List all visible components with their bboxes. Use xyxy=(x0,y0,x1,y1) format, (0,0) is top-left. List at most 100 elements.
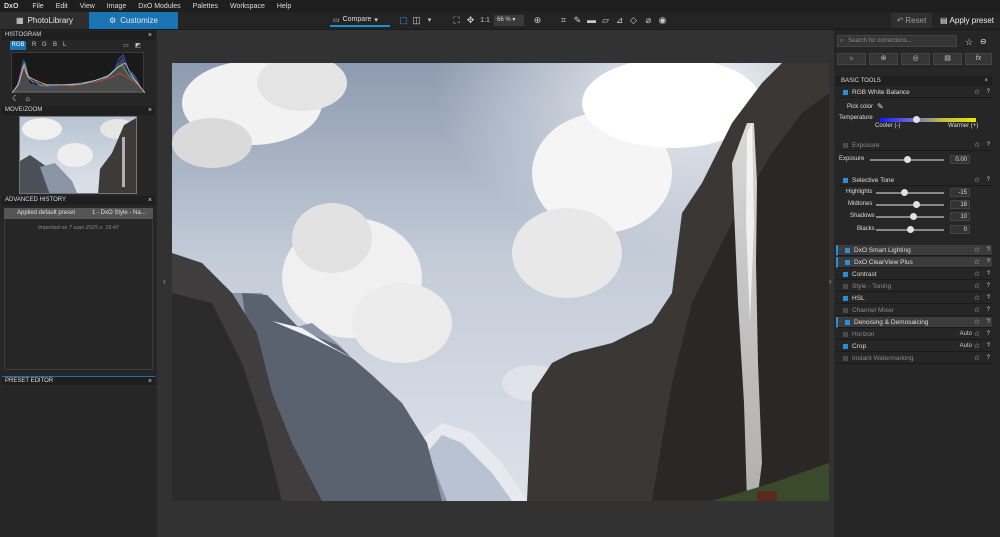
tool-toggle[interactable] xyxy=(843,356,848,361)
menu-view[interactable]: View xyxy=(74,3,101,10)
tab-customize[interactable]: ⚙ Customize xyxy=(89,12,178,29)
close-icon[interactable]: × xyxy=(984,76,988,86)
close-icon[interactable]: × xyxy=(148,31,152,40)
collapse-right-icon[interactable]: › xyxy=(829,277,832,286)
star-icon[interactable]: ☆ xyxy=(974,329,980,340)
tool-rgb-white-balance[interactable]: RGB White Balance ☆ ? xyxy=(836,87,992,98)
basic-tools-header[interactable]: BASIC TOOLS × xyxy=(836,76,992,86)
help-icon[interactable]: ? xyxy=(987,140,990,151)
help-icon[interactable]: ? xyxy=(987,269,990,280)
category-detail-icon[interactable]: ◎ xyxy=(901,53,930,65)
star-icon[interactable]: ☆ xyxy=(974,341,980,352)
compare-button[interactable]: ▭ Compare ▾ xyxy=(330,14,390,27)
star-filter-icon[interactable]: ☆ xyxy=(965,37,973,48)
reset-button[interactable]: ↶ Reset xyxy=(891,13,932,28)
apply-preset-button[interactable]: ▤ Apply preset xyxy=(936,13,998,28)
star-icon[interactable]: ☆ xyxy=(974,293,980,304)
category-geometry-icon[interactable]: ▤ xyxy=(933,53,962,65)
search-input[interactable]: ⌕ Search for corrections... xyxy=(837,35,957,47)
close-icon[interactable]: × xyxy=(148,196,152,205)
exposure-knob[interactable] xyxy=(903,156,911,163)
channel-b[interactable]: B xyxy=(53,42,57,48)
tool-row[interactable]: Contrast ☆? xyxy=(836,269,992,280)
highlights-value[interactable]: -15 xyxy=(950,188,970,197)
menu-dxo-modules[interactable]: DxO Modules xyxy=(132,3,186,10)
perspective-icon[interactable]: ⏥ xyxy=(600,15,611,26)
blacks-knob[interactable] xyxy=(906,226,914,233)
channel-rgb[interactable]: RGB xyxy=(10,41,26,50)
repair-icon[interactable]: ⌀ xyxy=(643,15,654,26)
category-fx-icon[interactable]: fx xyxy=(965,53,992,65)
tool-row[interactable]: DxO ClearView Plus ☆? xyxy=(836,257,992,268)
menu-palettes[interactable]: Palettes xyxy=(187,3,224,10)
tool-row[interactable]: Style - Toning ☆? xyxy=(836,281,992,292)
red-eye-icon[interactable]: ▬ xyxy=(586,15,597,26)
tool-row[interactable]: Instant Watermarking ☆? xyxy=(836,353,992,364)
monitor-icon[interactable]: ▭ xyxy=(123,42,129,49)
star-icon[interactable]: ☆ xyxy=(974,245,980,256)
tool-toggle[interactable] xyxy=(843,332,848,337)
tool-row[interactable]: HSL ☆? xyxy=(836,293,992,304)
temperature-slider[interactable] xyxy=(880,118,976,122)
temperature-knob[interactable] xyxy=(912,116,920,123)
star-icon[interactable]: ☆ xyxy=(974,281,980,292)
image-viewer[interactable]: ‹ › xyxy=(157,30,834,537)
tab-photolibrary[interactable]: ▦ PhotoLibrary xyxy=(0,12,89,29)
menu-edit[interactable]: Edit xyxy=(50,3,74,10)
shadow-clipping-icon[interactable]: ☾ xyxy=(12,94,19,103)
star-icon[interactable]: ☆ xyxy=(974,140,980,151)
help-icon[interactable]: ? xyxy=(987,329,990,340)
shadows-knob[interactable] xyxy=(909,213,917,220)
main-photo[interactable] xyxy=(172,63,829,501)
help-icon[interactable]: ? xyxy=(987,175,990,186)
tool-row[interactable]: Denoising & Demosaicing ☆? xyxy=(836,317,992,328)
history-item[interactable]: Applied default preset 1 - DxO Style - N… xyxy=(4,208,153,219)
zoom-select[interactable]: 66 % ▾ xyxy=(494,15,524,26)
midtones-slider[interactable] xyxy=(876,204,944,206)
highlight-clipping-icon[interactable]: ☼ xyxy=(24,94,31,103)
tool-toggle[interactable] xyxy=(845,320,850,325)
single-view-icon[interactable]: ▢ xyxy=(398,15,409,26)
help-icon[interactable]: ? xyxy=(987,353,990,364)
exposure-value[interactable]: 0.00 xyxy=(950,155,970,164)
tool-exposure[interactable]: Exposure ☆ ? xyxy=(836,140,992,151)
zoom-in-icon[interactable]: ⊕ xyxy=(532,15,543,26)
help-icon[interactable]: ? xyxy=(987,293,990,304)
tool-row[interactable]: Horizon Auto ☆? xyxy=(836,329,992,340)
settings-icon[interactable]: ⊖ xyxy=(980,37,987,46)
star-icon[interactable]: ☆ xyxy=(974,305,980,316)
one-to-one-button[interactable]: 1:1 xyxy=(479,15,491,26)
help-icon[interactable]: ? xyxy=(987,257,990,268)
help-icon[interactable]: ? xyxy=(987,317,990,328)
histogram-header[interactable]: HISTOGRAM × xyxy=(2,31,155,40)
clipping-icon[interactable]: ◩ xyxy=(135,42,141,49)
toggle-rgb-white-balance[interactable] xyxy=(843,90,848,95)
tool-toggle[interactable] xyxy=(843,308,848,313)
star-icon[interactable]: ☆ xyxy=(974,269,980,280)
menu-workspace[interactable]: Workspace xyxy=(224,3,271,10)
menu-help[interactable]: Help xyxy=(271,3,297,10)
help-icon[interactable]: ? xyxy=(987,87,990,98)
channel-g[interactable]: G xyxy=(42,42,47,48)
tool-row[interactable]: DxO Smart Lighting ☆? xyxy=(836,245,992,256)
tool-toggle[interactable] xyxy=(845,248,850,253)
toggle-selective-tone[interactable] xyxy=(843,178,848,183)
help-icon[interactable]: ? xyxy=(987,245,990,256)
local-adjust-icon[interactable]: ◇ xyxy=(628,15,639,26)
tool-row[interactable]: Crop Auto ☆? xyxy=(836,341,992,352)
tool-toggle[interactable] xyxy=(845,260,850,265)
eye-icon[interactable]: ◉ xyxy=(657,15,668,26)
horizon-icon[interactable]: ⊿ xyxy=(614,15,625,26)
midtones-value[interactable]: 18 xyxy=(950,200,970,209)
navigator-thumbnail[interactable] xyxy=(19,116,137,194)
movezoom-header[interactable]: MOVE/ZOOM × xyxy=(2,106,155,115)
star-icon[interactable]: ☆ xyxy=(974,175,980,186)
category-color-icon[interactable]: ⊛ xyxy=(869,53,898,65)
tool-row[interactable]: Channel Mixer ☆? xyxy=(836,305,992,316)
tool-selective-tone[interactable]: Selective Tone ☆ ? xyxy=(836,175,992,186)
star-icon[interactable]: ☆ xyxy=(974,317,980,328)
close-icon[interactable]: × xyxy=(148,106,152,115)
eyedropper-icon[interactable]: ✎ xyxy=(877,102,884,111)
midtones-knob[interactable] xyxy=(912,201,920,208)
tool-toggle[interactable] xyxy=(843,344,848,349)
